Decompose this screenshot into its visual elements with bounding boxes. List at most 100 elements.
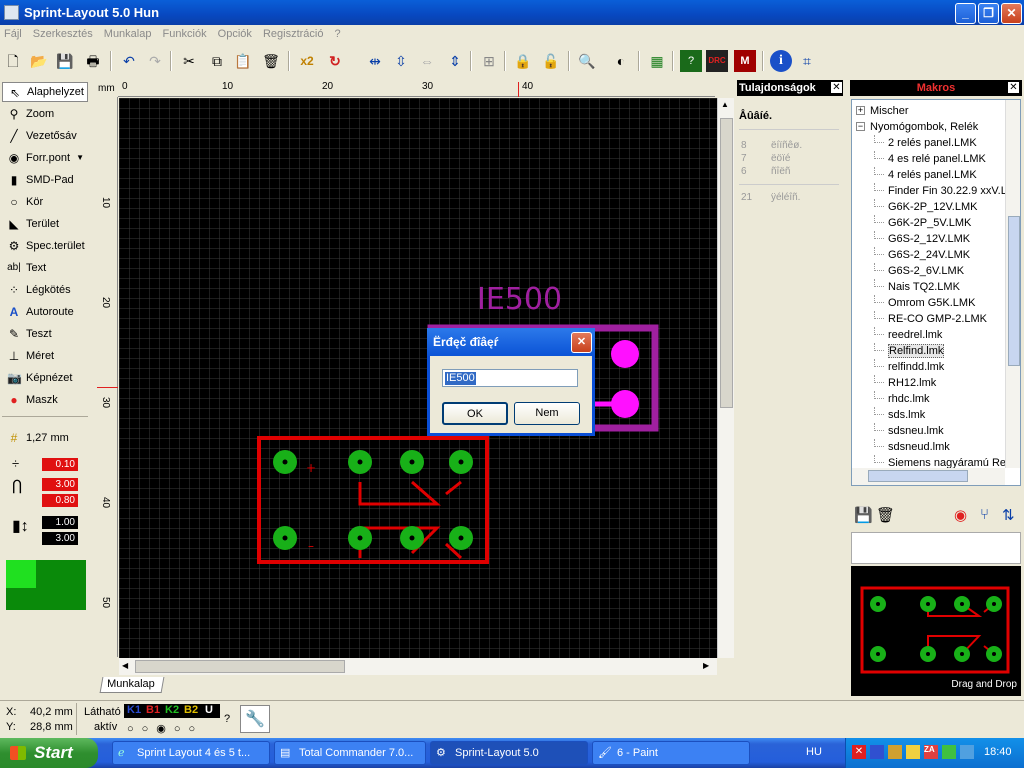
tree-item[interactable]: G6K-2P_12V.LMK (852, 199, 1004, 215)
layer-k2[interactable]: K2 (165, 704, 179, 716)
tool-pointer[interactable]: ⇖ Alaphelyzet (2, 82, 88, 102)
tree-item[interactable]: relfindd.lmk (852, 359, 1004, 375)
expand-icon[interactable]: + (856, 106, 865, 115)
tree-item[interactable]: RE-CO GMP-2.LMK (852, 311, 1004, 327)
macros-close-icon[interactable]: ✕ (1007, 81, 1020, 94)
wrench-icon[interactable]: 🔧 (240, 705, 270, 733)
tree-item[interactable]: G6S-2_6V.LMK (852, 263, 1004, 279)
dialog-close-button[interactable]: ✕ (571, 332, 592, 353)
tree-hscroll-thumb[interactable] (868, 470, 968, 482)
layer-u[interactable]: U (205, 704, 213, 716)
tool-text[interactable]: ab| Text (2, 258, 88, 278)
tree-item[interactable]: Omrom G5K.LMK (852, 295, 1004, 311)
pcb-canvas[interactable]: IE500 + – (119, 98, 717, 658)
undo-icon[interactable]: ↶ (118, 50, 140, 72)
menu-options[interactable]: Opciók (214, 25, 256, 43)
menu-help[interactable]: ? (331, 25, 345, 43)
redo-icon[interactable]: ↷ (144, 50, 166, 72)
task-paint[interactable]: 🖌 6 - Paint (592, 741, 750, 765)
macro-search-field[interactable] (851, 532, 1021, 564)
macro-delete-icon[interactable]: 🗑 (876, 506, 895, 524)
info-icon[interactable]: i (770, 50, 792, 72)
layer-help[interactable]: ? (224, 713, 230, 725)
tree-item[interactable]: G6S-2_12V.LMK (852, 231, 1004, 247)
task-browser[interactable]: ℯ Sprint Layout 4 és 5 t... (112, 741, 270, 765)
mirror-h-icon[interactable]: ⇹ (364, 50, 386, 72)
tool-photoview[interactable]: 📷 Képnézet (2, 368, 88, 388)
tree-vertical-scrollbar[interactable] (1005, 100, 1020, 468)
tree-horizontal-scrollbar[interactable] (852, 468, 1005, 485)
tray-icon[interactable] (888, 745, 902, 759)
tool-mask[interactable]: ● Maszk (2, 390, 88, 410)
collapse-icon[interactable]: − (856, 122, 865, 131)
tree-item[interactable]: G6S-2_24V.LMK (852, 247, 1004, 263)
tree-folder[interactable]: + Mischer (852, 103, 1004, 119)
tree-item[interactable]: Nais TQ2.LMK (852, 279, 1004, 295)
vertical-scroll-thumb[interactable] (720, 118, 733, 408)
macro-icon[interactable]: M (734, 50, 756, 72)
macro-preview[interactable]: Drag and Drop (851, 566, 1021, 696)
smd-width-value[interactable]: 1.00 (42, 516, 78, 529)
group-icon[interactable]: ⊞ (478, 50, 500, 72)
close-button[interactable]: ✕ (1001, 3, 1022, 24)
drc-icon[interactable]: DRC (706, 50, 728, 72)
crop-icon[interactable]: ⌗ (796, 50, 818, 72)
tool-pad[interactable]: ◉ Forr.pont ▼ (2, 148, 88, 168)
smd-height-value[interactable]: 3.00 (42, 532, 78, 545)
menu-functions[interactable]: Funkciók (159, 25, 211, 43)
paste-icon[interactable]: 📋 (232, 50, 254, 72)
tool-test[interactable]: ✎ Teszt (2, 324, 88, 344)
tray-icon[interactable] (906, 745, 920, 759)
active-layer-radios[interactable]: ○○◉○○ (127, 722, 203, 735)
tree-scroll-thumb[interactable] (1008, 216, 1020, 366)
layer-b2[interactable]: B2 (184, 704, 198, 716)
tray-icon[interactable] (960, 745, 974, 759)
mirror-v-icon[interactable]: ⇳ (390, 50, 412, 72)
tree-item[interactable]: 4 relés panel.LMK (852, 167, 1004, 183)
unlock-icon[interactable]: 🔓 (540, 50, 562, 72)
macro-mirror-icon[interactable]: ⑂ (980, 506, 989, 523)
track-width-value[interactable]: 0.10 (42, 458, 78, 471)
copy-icon[interactable]: ⧉ (206, 50, 228, 72)
pad-inner-value[interactable]: 0.80 (42, 494, 78, 507)
tree-item[interactable]: Relfind.lmk (852, 343, 1004, 359)
tray-icon[interactable] (942, 745, 956, 759)
tool-special-area[interactable]: ⚙ Spec.terület (2, 236, 88, 256)
magenta-pad[interactable] (611, 340, 639, 368)
start-button[interactable]: Start (0, 738, 98, 768)
tray-icon[interactable] (870, 745, 884, 759)
zoom-x2-button[interactable]: x2 (294, 50, 320, 72)
tool-smd-pad[interactable]: ▮ SMD-Pad (2, 170, 88, 190)
tree-item[interactable]: RH12.lmk (852, 375, 1004, 391)
properties-close-icon[interactable]: ✕ (830, 81, 843, 94)
tool-track[interactable]: ╱ Vezetősáv (2, 126, 88, 146)
tree-item[interactable]: Finder Fin 30.22.9 xxV.L (852, 183, 1007, 199)
grid-selector[interactable]: #1,27 mm (2, 428, 88, 448)
transparent-icon[interactable]: ◐ (610, 50, 632, 72)
tab-worksheet[interactable]: Munkalap (99, 677, 165, 693)
ok-button[interactable]: OK (442, 402, 508, 425)
macro-rotate-icon[interactable]: ⇅ (1002, 506, 1015, 524)
task-sprint-layout[interactable]: ⚙ Sprint-Layout 5.0 (430, 741, 588, 765)
tool-area[interactable]: ◣ Terület (2, 214, 88, 234)
tool-autoroute[interactable]: A Autoroute (2, 302, 88, 322)
menu-registration[interactable]: Regisztráció (259, 25, 328, 43)
task-total-commander[interactable]: ▤ Total Commander 7.0... (274, 741, 426, 765)
tree-item[interactable]: 4 es relé panel.LMK (852, 151, 1004, 167)
distribute-icon[interactable]: ⇕ (444, 50, 466, 72)
tool-measure[interactable]: ⊥ Méret (2, 346, 88, 366)
tree-item[interactable]: 2 relés panel.LMK (852, 135, 1004, 151)
language-indicator[interactable]: HU (806, 746, 822, 758)
menu-edit[interactable]: Szerkesztés (29, 25, 97, 43)
save-icon[interactable]: 💾 (54, 50, 76, 72)
maximize-button[interactable]: ❐ (978, 3, 999, 24)
tree-item[interactable]: sds.lmk (852, 407, 1004, 423)
horizontal-scroll-thumb[interactable] (135, 660, 345, 673)
magnifier-icon[interactable]: 🔍 (576, 50, 598, 72)
tool-zoom[interactable]: ⚲ Zoom (2, 104, 88, 124)
layer-b1[interactable]: B1 (146, 704, 160, 716)
menu-file[interactable]: Fájl (0, 25, 26, 43)
open-folder-icon[interactable]: 📂 (28, 50, 50, 72)
tree-item[interactable]: reedrel.lmk (852, 327, 1004, 343)
align-icon[interactable]: ⇔ (416, 50, 438, 72)
